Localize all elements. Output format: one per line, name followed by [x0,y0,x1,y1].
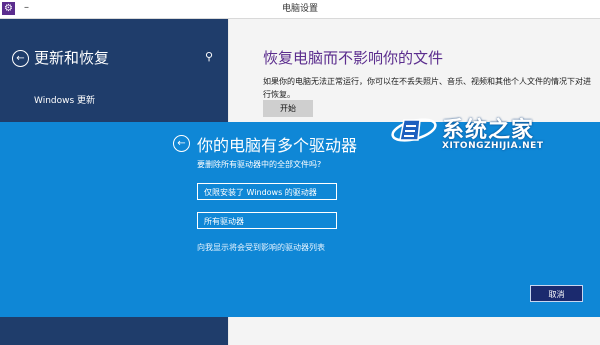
site-watermark: 系统之家 XITONGZHIJIA.NET [380,108,590,158]
title-bar: ⚙ – 电脑设置 [0,0,600,19]
watermark-chinese: 系统之家 [442,118,535,143]
page-title: 恢复电脑而不影响你的文件 [263,49,444,67]
cancel-button[interactable]: 取消 [530,285,583,302]
dialog-question: 要删除所有驱动器中的全部文件吗? [197,160,322,169]
watermark-logo-icon [391,118,437,142]
sidebar-heading: 更新和恢复 [34,49,110,67]
windows-drive-only-button[interactable]: 仅限安装了 Windows 的驱动器 [197,183,337,200]
back-arrow-icon[interactable]: ← [12,50,29,67]
dialog-title: 你的电脑有多个驱动器 [197,136,358,155]
start-button[interactable]: 开始 [263,100,313,117]
show-drive-list-link[interactable]: 向我显示将会受到影响的驱动器列表 [197,242,325,253]
watermark-english: XITONGZHIJIA.NET [442,141,544,151]
all-drives-button[interactable]: 所有驱动器 [197,212,337,229]
page-description: 如果你的电脑无法正常运行，你可以在不丢失照片、音乐、视频和其他个人文件的情况下对… [263,77,591,99]
dialog-back-arrow-icon[interactable]: ← [173,135,190,152]
sidebar-item-windows-update[interactable]: Windows 更新 [34,93,95,106]
search-icon[interactable]: ⚲ [205,50,213,63]
window-title: 电脑设置 [281,4,318,14]
